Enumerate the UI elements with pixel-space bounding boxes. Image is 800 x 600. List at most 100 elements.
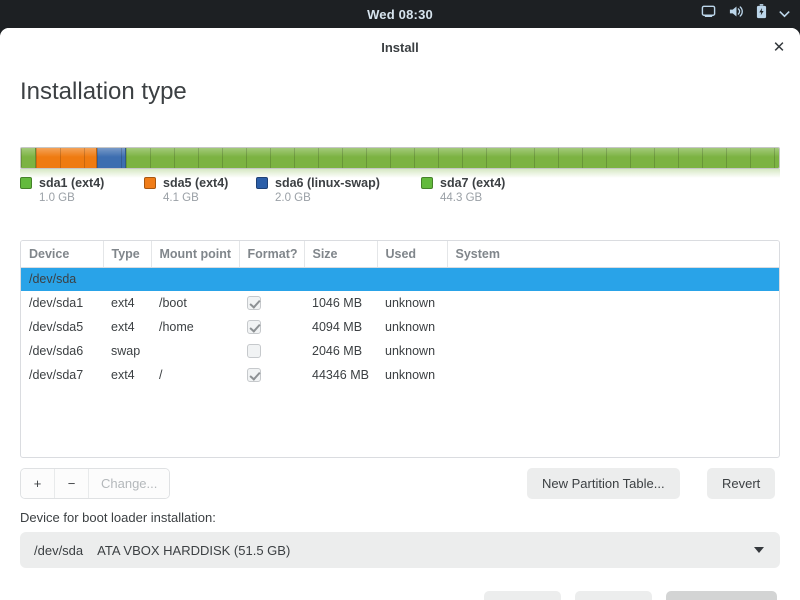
page-title: Installation type xyxy=(20,78,187,105)
segment-ticks xyxy=(21,148,36,168)
disk-row-cell xyxy=(304,267,377,291)
table-row[interactable]: /dev/sda6 swap 2046 MB unknown xyxy=(21,339,779,363)
legend-size: 4.1 GB xyxy=(163,192,199,204)
cell-device: /dev/sda5 xyxy=(29,320,84,334)
legend-size: 44.3 GB xyxy=(440,192,483,204)
quit-button[interactable]: Quit xyxy=(484,591,561,600)
chevron-down-icon[interactable] xyxy=(779,5,790,23)
cell-device: /dev/sda7 xyxy=(29,368,84,382)
table-row[interactable]: /dev/sda1 ext4/boot 1046 MB unknown xyxy=(21,291,779,315)
legend-label: sda6 (linux-swap) xyxy=(275,176,380,190)
cell-used: unknown xyxy=(385,320,436,334)
volume-icon[interactable] xyxy=(728,4,744,24)
disk-device-name: /dev/sda xyxy=(21,267,103,291)
installer-window: Install ✕ Installation type sda1 (ext4) 1… xyxy=(0,28,800,600)
partition-table-container[interactable]: Device Type Mount point Format? Size Used Syst… xyxy=(20,240,780,458)
cell-device: /dev/sda1 xyxy=(29,296,84,310)
system-tray xyxy=(701,0,790,28)
cell-used: unknown xyxy=(385,344,436,358)
revert-button[interactable]: Revert xyxy=(707,468,776,499)
column-header-system[interactable]: System xyxy=(447,241,779,268)
cell-mount-point: /boot xyxy=(159,296,187,310)
partition-usage-bar xyxy=(20,147,780,169)
display-icon[interactable] xyxy=(701,4,716,24)
cell-used: unknown xyxy=(385,296,436,310)
cell-type: ext4 xyxy=(111,320,135,334)
close-icon[interactable]: ✕ xyxy=(768,36,790,58)
disk-row-cell xyxy=(447,267,779,291)
partition-segment-sda1[interactable] xyxy=(21,148,37,168)
partition-segment-sda6[interactable] xyxy=(96,148,127,168)
legend-item-sda1: sda1 (ext4) 1.0 GB xyxy=(20,176,144,210)
bootloader-label: Device for boot loader installation: xyxy=(20,510,216,525)
legend-item-sda5: sda5 (ext4) 4.1 GB xyxy=(144,176,256,210)
partition-segment-sda5[interactable] xyxy=(36,148,97,168)
segment-ticks xyxy=(36,148,96,168)
legend-color-swatch xyxy=(421,177,433,189)
column-header-device[interactable]: Device xyxy=(21,241,104,268)
legend-item-sda6: sda6 (linux-swap) 2.0 GB xyxy=(256,176,421,210)
format-checkbox[interactable] xyxy=(247,320,261,335)
column-header-size[interactable]: Size xyxy=(304,241,378,268)
cell-size: 4094 MB xyxy=(312,320,363,334)
format-checkbox[interactable] xyxy=(247,344,261,359)
cell-type: ext4 xyxy=(111,368,135,382)
column-header-format[interactable]: Format? xyxy=(239,241,305,268)
column-header-mount-point[interactable]: Mount point xyxy=(151,241,240,268)
cell-size: 2046 MB xyxy=(312,344,363,358)
legend-size: 1.0 GB xyxy=(39,192,75,204)
disk-row-cell xyxy=(377,267,447,291)
legend-label: sda1 (ext4) xyxy=(39,176,105,190)
table-row[interactable]: /dev/sda7 ext4 / 44346 MB unknown xyxy=(21,363,779,387)
format-checkbox[interactable] xyxy=(247,368,261,383)
cell-format xyxy=(239,315,304,339)
segment-ticks xyxy=(126,148,779,168)
partition-legend: sda1 (ext4) 1.0 GB sda5 (ext4) 4.1 GB sda6 (… xyxy=(20,176,780,210)
remove-partition-button[interactable]: − xyxy=(55,469,89,498)
legend-size: 2.0 GB xyxy=(275,192,311,204)
segment-ticks xyxy=(96,148,126,168)
cell-size: 44346 MB xyxy=(312,368,369,382)
change-partition-button: Change... xyxy=(89,469,170,498)
cell-system xyxy=(447,291,779,315)
partition-table-body: /dev/sda/dev/sda1 ext4/boot 1046 MB unknown… xyxy=(21,267,779,387)
disk-row-cell xyxy=(151,267,239,291)
bootloader-device-select[interactable]: /dev/sda ATA VBOX HARDDISK (51.5 GB) xyxy=(20,532,780,568)
battery-icon[interactable] xyxy=(756,4,767,24)
cell-size: 1046 MB xyxy=(312,296,363,310)
chevron-down-icon xyxy=(754,547,764,553)
add-partition-button[interactable]: + xyxy=(21,469,55,498)
partition-segment-sda7[interactable] xyxy=(126,148,779,168)
legend-label: sda5 (ext4) xyxy=(163,176,229,190)
disk-row-cell xyxy=(103,267,151,291)
system-clock[interactable]: Wed 08:30 xyxy=(367,7,433,22)
cell-type: swap xyxy=(111,344,141,358)
back-button[interactable]: Back xyxy=(575,591,652,600)
table-row-disk[interactable]: /dev/sda xyxy=(21,267,779,291)
table-row[interactable]: /dev/sda5 ext4/home 4094 MB unknown xyxy=(21,315,779,339)
legend-color-swatch xyxy=(256,177,268,189)
cell-system xyxy=(447,363,779,387)
cell-format xyxy=(239,339,304,363)
cell-type: ext4 xyxy=(111,296,135,310)
disk-row-cell xyxy=(239,267,304,291)
cell-format xyxy=(239,291,304,315)
system-top-bar: Wed 08:30 xyxy=(0,0,800,28)
legend-color-swatch xyxy=(144,177,156,189)
cell-used: unknown xyxy=(385,368,436,382)
cell-system xyxy=(447,339,779,363)
install-now-button[interactable]: Install Now xyxy=(666,591,777,600)
cell-format xyxy=(239,363,304,387)
column-header-type[interactable]: Type xyxy=(103,241,152,268)
legend-item-sda7: sda7 (ext4) 44.3 GB xyxy=(421,176,505,210)
bootloader-device-value: /dev/sda xyxy=(34,542,84,558)
partition-edit-toolbar: + − Change... xyxy=(20,468,171,499)
cell-device: /dev/sda6 xyxy=(29,344,84,358)
partition-table: Device Type Mount point Format? Size Used Syst… xyxy=(21,241,779,387)
format-checkbox[interactable] xyxy=(247,296,261,311)
column-header-used[interactable]: Used xyxy=(377,241,448,268)
legend-color-swatch xyxy=(20,177,32,189)
bootloader-device-description: ATA VBOX HARDDISK (51.5 GB) xyxy=(97,542,291,558)
legend-label: sda7 (ext4) xyxy=(440,176,506,190)
new-partition-table-button[interactable]: New Partition Table... xyxy=(527,468,680,499)
